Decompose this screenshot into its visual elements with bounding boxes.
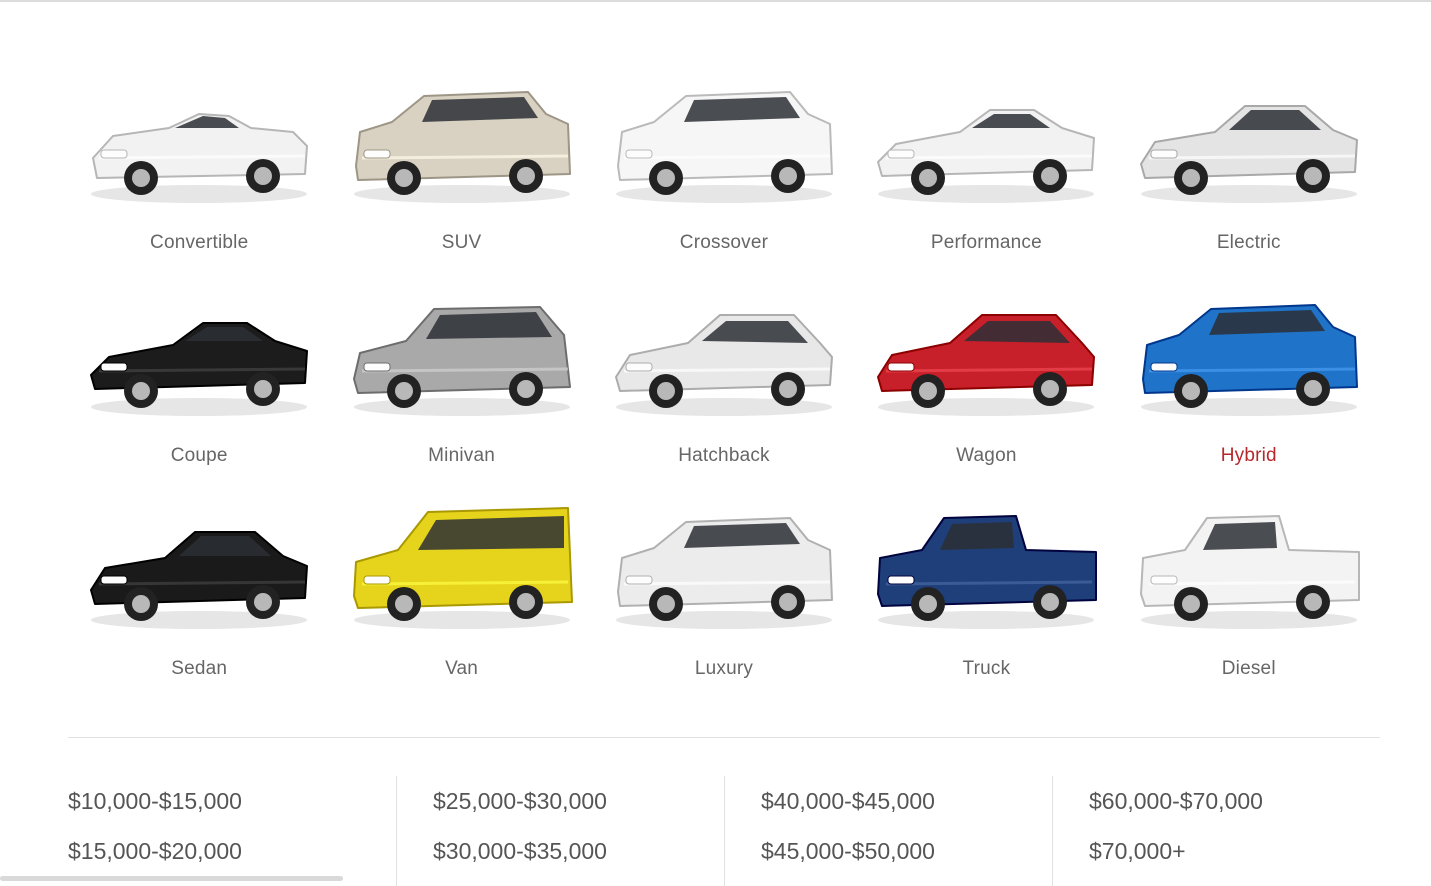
hatchback-car-icon[interactable] xyxy=(604,279,844,429)
body-style-label[interactable]: Truck xyxy=(962,658,1010,680)
body-style-tile-wagon[interactable]: Wagon xyxy=(855,279,1117,492)
price-range-link[interactable]: $10,000-$15,000 xyxy=(68,788,242,814)
body-style-tile-performance[interactable]: Performance xyxy=(855,66,1117,279)
price-range-column: $40,000-$45,000 $45,000-$50,000 xyxy=(724,776,1052,886)
column-separator xyxy=(724,776,725,886)
column-separator xyxy=(1052,776,1053,886)
body-style-label[interactable]: SUV xyxy=(442,232,482,254)
top-rule xyxy=(0,0,1431,2)
column-separator xyxy=(396,776,397,886)
body-style-tile-truck[interactable]: Truck xyxy=(855,492,1117,705)
body-style-tile-sedan[interactable]: Sedan xyxy=(68,492,330,705)
body-style-label[interactable]: Hybrid xyxy=(1221,445,1277,467)
body-style-label[interactable]: Diesel xyxy=(1222,658,1276,680)
price-range-link[interactable]: $15,000-$20,000 xyxy=(68,838,242,864)
price-range-column: $10,000-$15,000 $15,000-$20,000 xyxy=(68,776,396,886)
body-style-tile-diesel[interactable]: Diesel xyxy=(1118,492,1380,705)
body-style-tile-hatchback[interactable]: Hatchback xyxy=(593,279,855,492)
body-style-grid: Convertible SUV Crossover Performance El… xyxy=(68,66,1380,705)
body-style-label[interactable]: Luxury xyxy=(695,658,753,680)
diesel-car-icon[interactable] xyxy=(1129,492,1369,642)
suv-car-icon[interactable] xyxy=(342,66,582,216)
luxury-car-icon[interactable] xyxy=(604,492,844,642)
body-style-label[interactable]: Sedan xyxy=(171,658,227,680)
body-style-tile-electric[interactable]: Electric xyxy=(1118,66,1380,279)
body-style-label[interactable]: Performance xyxy=(931,232,1042,254)
convertible-car-icon[interactable] xyxy=(79,66,319,216)
body-style-label[interactable]: Wagon xyxy=(956,445,1017,467)
price-range-link[interactable]: $45,000-$50,000 xyxy=(761,838,935,864)
price-range-link[interactable]: $60,000-$70,000 xyxy=(1089,788,1263,814)
price-range-link[interactable]: $40,000-$45,000 xyxy=(761,788,935,814)
price-range-link[interactable]: $70,000+ xyxy=(1089,838,1186,864)
body-style-label[interactable]: Electric xyxy=(1217,232,1281,254)
crossover-car-icon[interactable] xyxy=(604,66,844,216)
wagon-car-icon[interactable] xyxy=(866,279,1106,429)
coupe-car-icon[interactable] xyxy=(79,279,319,429)
body-style-tile-crossover[interactable]: Crossover xyxy=(593,66,855,279)
section-divider xyxy=(68,737,1380,738)
body-style-label[interactable]: Hatchback xyxy=(678,445,770,467)
sedan-car-icon[interactable] xyxy=(79,492,319,642)
body-style-tile-coupe[interactable]: Coupe xyxy=(68,279,330,492)
body-style-label[interactable]: Convertible xyxy=(150,232,248,254)
body-style-label[interactable]: Van xyxy=(445,658,478,680)
van-car-icon[interactable] xyxy=(342,492,582,642)
body-style-tile-hybrid[interactable]: Hybrid xyxy=(1118,279,1380,492)
electric-car-icon[interactable] xyxy=(1129,66,1369,216)
hybrid-car-icon[interactable] xyxy=(1129,279,1369,429)
minivan-car-icon[interactable] xyxy=(342,279,582,429)
truck-car-icon[interactable] xyxy=(866,492,1106,642)
body-style-tile-convertible[interactable]: Convertible xyxy=(68,66,330,279)
body-style-tile-luxury[interactable]: Luxury xyxy=(593,492,855,705)
body-style-label[interactable]: Coupe xyxy=(171,445,228,467)
price-range-link[interactable]: $30,000-$35,000 xyxy=(433,838,607,864)
price-range-section: $10,000-$15,000 $15,000-$20,000 $25,000-$3… xyxy=(68,776,1380,886)
horizontal-scrollbar[interactable] xyxy=(0,876,343,881)
body-style-label[interactable]: Crossover xyxy=(680,232,768,254)
body-style-tile-suv[interactable]: SUV xyxy=(330,66,592,279)
price-range-column: $25,000-$30,000 $30,000-$35,000 xyxy=(396,776,724,886)
performance-car-icon[interactable] xyxy=(866,66,1106,216)
body-style-tile-van[interactable]: Van xyxy=(330,492,592,705)
body-style-tile-minivan[interactable]: Minivan xyxy=(330,279,592,492)
body-style-label[interactable]: Minivan xyxy=(428,445,495,467)
price-range-column: $60,000-$70,000 $70,000+ xyxy=(1052,776,1380,886)
price-range-link[interactable]: $25,000-$30,000 xyxy=(433,788,607,814)
